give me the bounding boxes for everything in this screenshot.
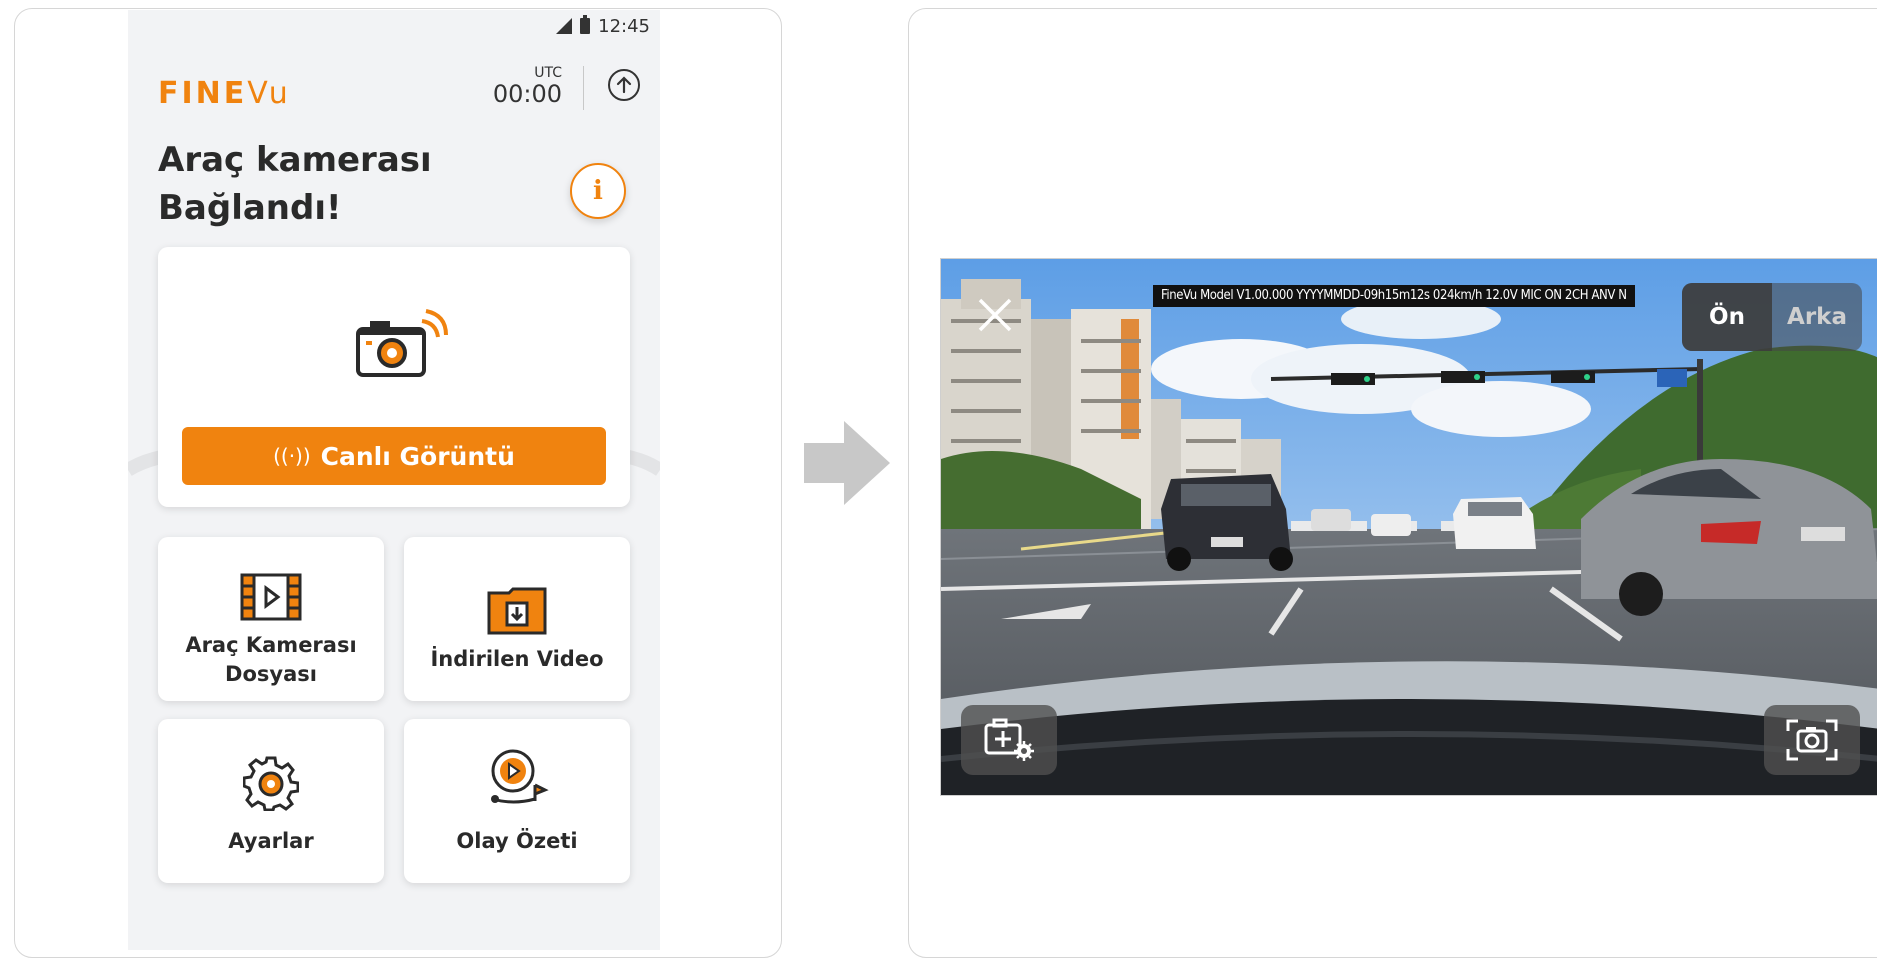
utc-label: UTC bbox=[534, 65, 562, 81]
front-camera-option[interactable]: Ön bbox=[1682, 283, 1772, 351]
event-summary-tile[interactable]: Olay Özeti bbox=[404, 719, 630, 883]
upload-button[interactable] bbox=[608, 69, 640, 101]
recording-info-overlay: FineVu Model V1.00.000 YYYYMMDD-09h15m12… bbox=[1153, 285, 1635, 307]
title-line-1: Araç kamerası bbox=[158, 140, 432, 180]
camera-switch[interactable]: Ön Arka bbox=[1682, 283, 1862, 351]
live-view-card: ((·)) Canlı Görüntü bbox=[158, 247, 630, 507]
broadcast-icon: ((·)) bbox=[273, 444, 311, 468]
tile-label-events: Olay Özeti bbox=[456, 829, 578, 853]
tile-label-files: Araç Kamerası Dosyası bbox=[158, 631, 384, 689]
arrow-right-icon bbox=[804, 421, 890, 505]
close-button[interactable] bbox=[976, 297, 1014, 335]
film-icon bbox=[240, 573, 302, 621]
settings-tile[interactable]: Ayarlar bbox=[158, 719, 384, 883]
status-bar: 12:45 bbox=[556, 14, 650, 38]
divider bbox=[583, 66, 584, 110]
gear-icon bbox=[243, 756, 299, 811]
event-play-icon bbox=[491, 749, 549, 804]
battery-icon bbox=[580, 15, 591, 34]
signal-icon bbox=[556, 18, 573, 34]
title-line-2: Bağlandı! bbox=[158, 188, 342, 228]
tile-label-files-line-1: Araç Kamerası bbox=[185, 633, 357, 657]
download-folder-icon bbox=[487, 587, 547, 635]
status-time: 12:45 bbox=[598, 15, 650, 37]
finevu-logo: FINEVu bbox=[158, 76, 291, 111]
downloaded-video-tile[interactable]: İndirilen Video bbox=[404, 537, 630, 701]
snapshot-button[interactable] bbox=[1764, 705, 1860, 775]
logo-vu: Vu bbox=[247, 76, 291, 111]
info-button[interactable]: i bbox=[570, 163, 626, 219]
dashcam-files-tile[interactable]: Araç Kamerası Dosyası bbox=[158, 537, 384, 701]
live-camera-feed: FineVu Model V1.00.000 YYYYMMDD-09h15m12… bbox=[940, 258, 1877, 796]
phone-screen: 12:45 FINEVu UTC 00:00 Araç kamerası Bağ… bbox=[128, 10, 660, 950]
tile-label-settings: Ayarlar bbox=[228, 829, 314, 853]
rear-camera-option[interactable]: Arka bbox=[1772, 283, 1862, 351]
utc-time: 00:00 bbox=[492, 80, 562, 108]
wireless-camera-icon bbox=[356, 309, 448, 377]
arrow-up-icon bbox=[616, 76, 632, 94]
tile-label-files-line-2: Dosyası bbox=[225, 662, 317, 686]
screenshot-camera-icon bbox=[1786, 719, 1838, 761]
live-view-label: Canlı Görüntü bbox=[320, 441, 515, 471]
utc-clock: UTC 00:00 bbox=[493, 66, 562, 108]
camera-settings-icon bbox=[984, 718, 1034, 761]
live-view-button[interactable]: ((·)) Canlı Görüntü bbox=[182, 427, 606, 485]
tile-label-downloads: İndirilen Video bbox=[430, 647, 604, 671]
camera-settings-button[interactable] bbox=[961, 705, 1057, 775]
page-title: Araç kamerası Bağlandı! bbox=[158, 136, 432, 232]
logo-fine: FINE bbox=[158, 76, 248, 111]
info-icon: i bbox=[593, 176, 603, 206]
close-icon bbox=[978, 298, 1012, 332]
